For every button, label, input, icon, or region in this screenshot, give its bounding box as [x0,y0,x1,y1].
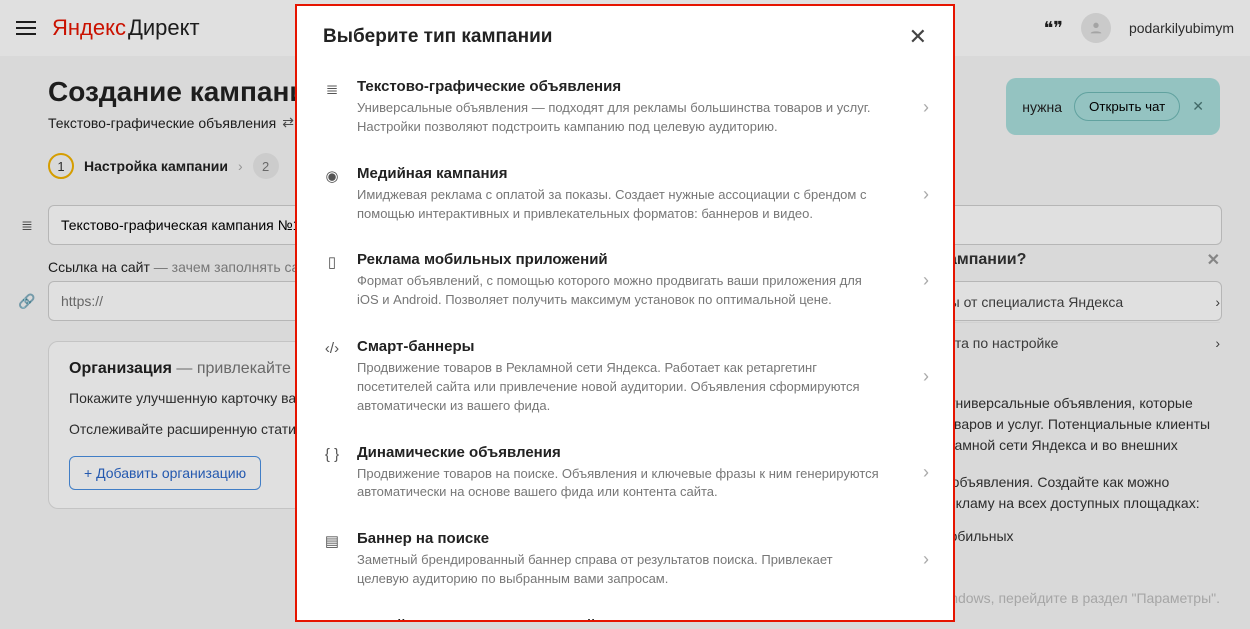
campaign-type-title: Медийная кампания на Главной [357,617,909,622]
campaign-type-item[interactable]: ▤Медийная кампания на ГлавнойДля охвата … [321,603,929,622]
campaign-type-desc: Продвижение товаров на поиске. Объявлени… [357,465,909,503]
modal-title: Выберите тип кампании [323,26,552,48]
campaign-type-item[interactable]: ▯ Реклама мобильных приложений Формат объя… [321,237,929,324]
campaign-type-icon: ▤ [321,530,343,589]
chevron-right-icon: › [923,97,929,118]
chevron-right-icon: › [923,462,929,483]
campaign-type-title: Смарт-баннеры [357,338,909,355]
campaign-type-icon: { } [321,444,343,503]
campaign-type-title: Динамические объявления [357,444,909,461]
campaign-type-icon: ◉ [321,165,343,224]
campaign-type-title: Реклама мобильных приложений [357,251,909,268]
campaign-type-title: Баннер на поиске [357,530,909,547]
campaign-type-icon: ▯ [321,251,343,310]
modal-header: Выберите тип кампании ✕ [297,6,953,64]
campaign-type-title: Текстово-графические объявления [357,78,909,95]
campaign-type-icon: ▤ [321,617,343,622]
chevron-right-icon: › [923,184,929,205]
campaign-type-item[interactable]: ‹/› Смарт-баннеры Продвижение товаров в Ре… [321,324,929,430]
campaign-type-desc: Универсальные объявления — подходят для … [357,99,909,137]
campaign-type-item[interactable]: ≣ Текстово-графические объявления Универса… [321,64,929,151]
campaign-type-item[interactable]: ◉ Медийная кампания Имиджевая реклама с оп… [321,151,929,238]
campaign-type-title: Медийная кампания [357,165,909,182]
modal-close-icon[interactable]: ✕ [909,24,927,50]
modal-body[interactable]: ≣ Текстово-графические объявления Универса… [297,64,953,622]
campaign-type-icon: ‹/› [321,338,343,416]
campaign-type-desc: Формат объявлений, с помощью которого мо… [357,272,909,310]
chevron-right-icon: › [923,549,929,570]
campaign-type-item[interactable]: { } Динамические объявления Продвижение то… [321,430,929,517]
campaign-type-modal: Выберите тип кампании ✕ ≣ Текстово-графич… [295,4,955,622]
campaign-type-desc: Имиджевая реклама с оплатой за показы. С… [357,186,909,224]
campaign-type-desc: Продвижение товаров в Рекламной сети Янд… [357,359,909,416]
campaign-type-desc: Заметный брендированный баннер справа от… [357,551,909,589]
chevron-right-icon: › [923,270,929,291]
campaign-type-icon: ≣ [321,78,343,137]
campaign-type-item[interactable]: ▤ Баннер на поиске Заметный брендированный… [321,516,929,603]
chevron-right-icon: › [923,366,929,387]
